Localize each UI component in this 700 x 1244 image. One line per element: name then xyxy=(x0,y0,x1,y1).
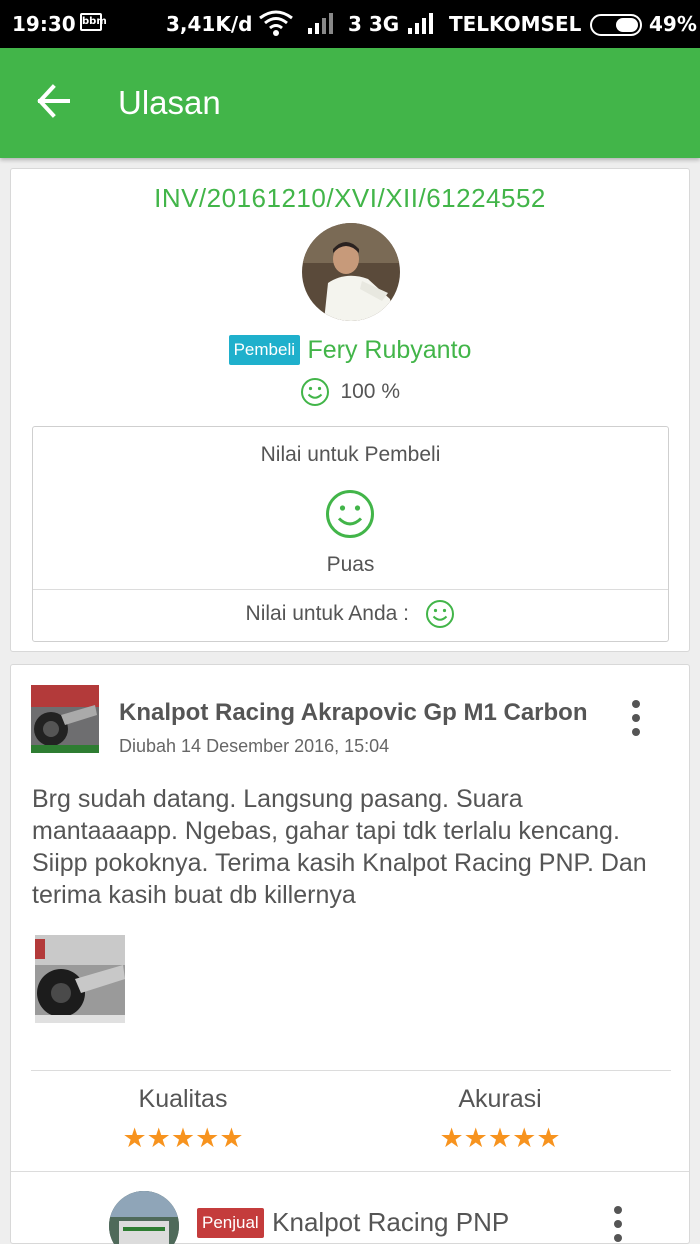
smile-icon xyxy=(325,489,375,544)
seller-name[interactable]: Knalpot Racing PNP xyxy=(272,1207,509,1238)
star-icon: ★ xyxy=(487,1123,513,1154)
star-icon: ★ xyxy=(122,1123,147,1154)
product-name[interactable]: Knalpot Racing Akrapovic Gp M1 Carbon xyxy=(119,699,599,727)
buyer-info: Pembeli Fery Rubyanto xyxy=(11,335,689,365)
seller-info: Penjual Knalpot Racing PNP xyxy=(197,1207,509,1238)
buyer-badge: Pembeli xyxy=(228,335,300,365)
star-icon: ★ xyxy=(439,1123,464,1154)
divider xyxy=(31,1070,671,1071)
star-icon: ★ xyxy=(170,1123,196,1154)
score-label: Akurasi xyxy=(458,1085,542,1113)
network-type: 3 3G xyxy=(348,12,400,36)
quality-score: Kualitas ★★★★★ xyxy=(83,1085,283,1154)
more-vert-icon[interactable] xyxy=(607,1205,629,1244)
star-rating: ★★★★★ xyxy=(83,1124,283,1154)
review-date: Diubah 14 Desember 2016, 15:04 xyxy=(119,736,390,756)
status-bar: 19:30 bbm 3,41K/d 3 3G TELKOMSEL 49% xyxy=(0,0,700,48)
accuracy-score: Akurasi ★★★★★ xyxy=(400,1085,600,1154)
buyer-name[interactable]: Fery Rubyanto xyxy=(307,336,471,365)
star-icon: ★ xyxy=(536,1123,561,1154)
buyer-avatar[interactable] xyxy=(302,223,400,321)
wifi-icon xyxy=(258,8,294,43)
network-speed: 3,41K/d xyxy=(166,12,253,36)
invoice-number[interactable]: INV/20161210/XVI/XII/61224552 xyxy=(11,183,689,214)
signal-icon xyxy=(406,10,440,41)
divider xyxy=(33,589,668,590)
rating-box: Nilai untuk Pembeli Puas Nilai untuk And… xyxy=(32,426,669,642)
arrow-left-icon[interactable] xyxy=(36,83,72,119)
review-text: Brg sudah datang. Langsung pasang. Suara… xyxy=(32,785,647,909)
seller-avatar[interactable] xyxy=(109,1191,179,1244)
star-icon: ★ xyxy=(219,1123,244,1154)
score-label: Kualitas xyxy=(138,1085,228,1113)
review-card: Knalpot Racing Akrapovic Gp M1 Carbon Di… xyxy=(10,664,690,1244)
seller-badge: Penjual xyxy=(197,1207,264,1238)
transaction-card: INV/20161210/XVI/XII/61224552 Pembeli Fe… xyxy=(10,168,690,652)
more-vert-icon[interactable] xyxy=(625,699,647,739)
page-title: Ulasan xyxy=(118,84,221,121)
your-rating[interactable]: Nilai untuk Anda : xyxy=(33,599,668,629)
carrier-name: TELKOMSEL xyxy=(449,12,582,36)
product-thumbnail[interactable] xyxy=(31,685,99,753)
smile-icon xyxy=(426,600,455,628)
smile-icon xyxy=(301,378,329,406)
battery-icon xyxy=(590,14,642,36)
star-icon: ★ xyxy=(463,1123,488,1154)
signal-icon xyxy=(306,10,336,41)
bbm-icon: bbm xyxy=(80,13,107,31)
battery-percent: 49% xyxy=(649,12,697,36)
star-icon: ★ xyxy=(195,1123,220,1154)
review-image[interactable] xyxy=(35,935,125,1023)
divider xyxy=(11,1171,689,1172)
reputation-value: 100 % xyxy=(340,380,400,403)
status-time: 19:30 xyxy=(12,12,76,36)
your-rating-label: Nilai untuk Anda : xyxy=(245,602,409,625)
star-rating: ★★★★★ xyxy=(400,1124,600,1154)
app-bar: Ulasan xyxy=(0,48,700,158)
buyer-reputation: 100 % xyxy=(11,377,689,407)
star-icon: ★ xyxy=(512,1123,537,1154)
star-icon: ★ xyxy=(146,1123,171,1154)
rating-result: Puas xyxy=(326,553,375,576)
rating-title: Nilai untuk Pembeli xyxy=(260,443,441,466)
